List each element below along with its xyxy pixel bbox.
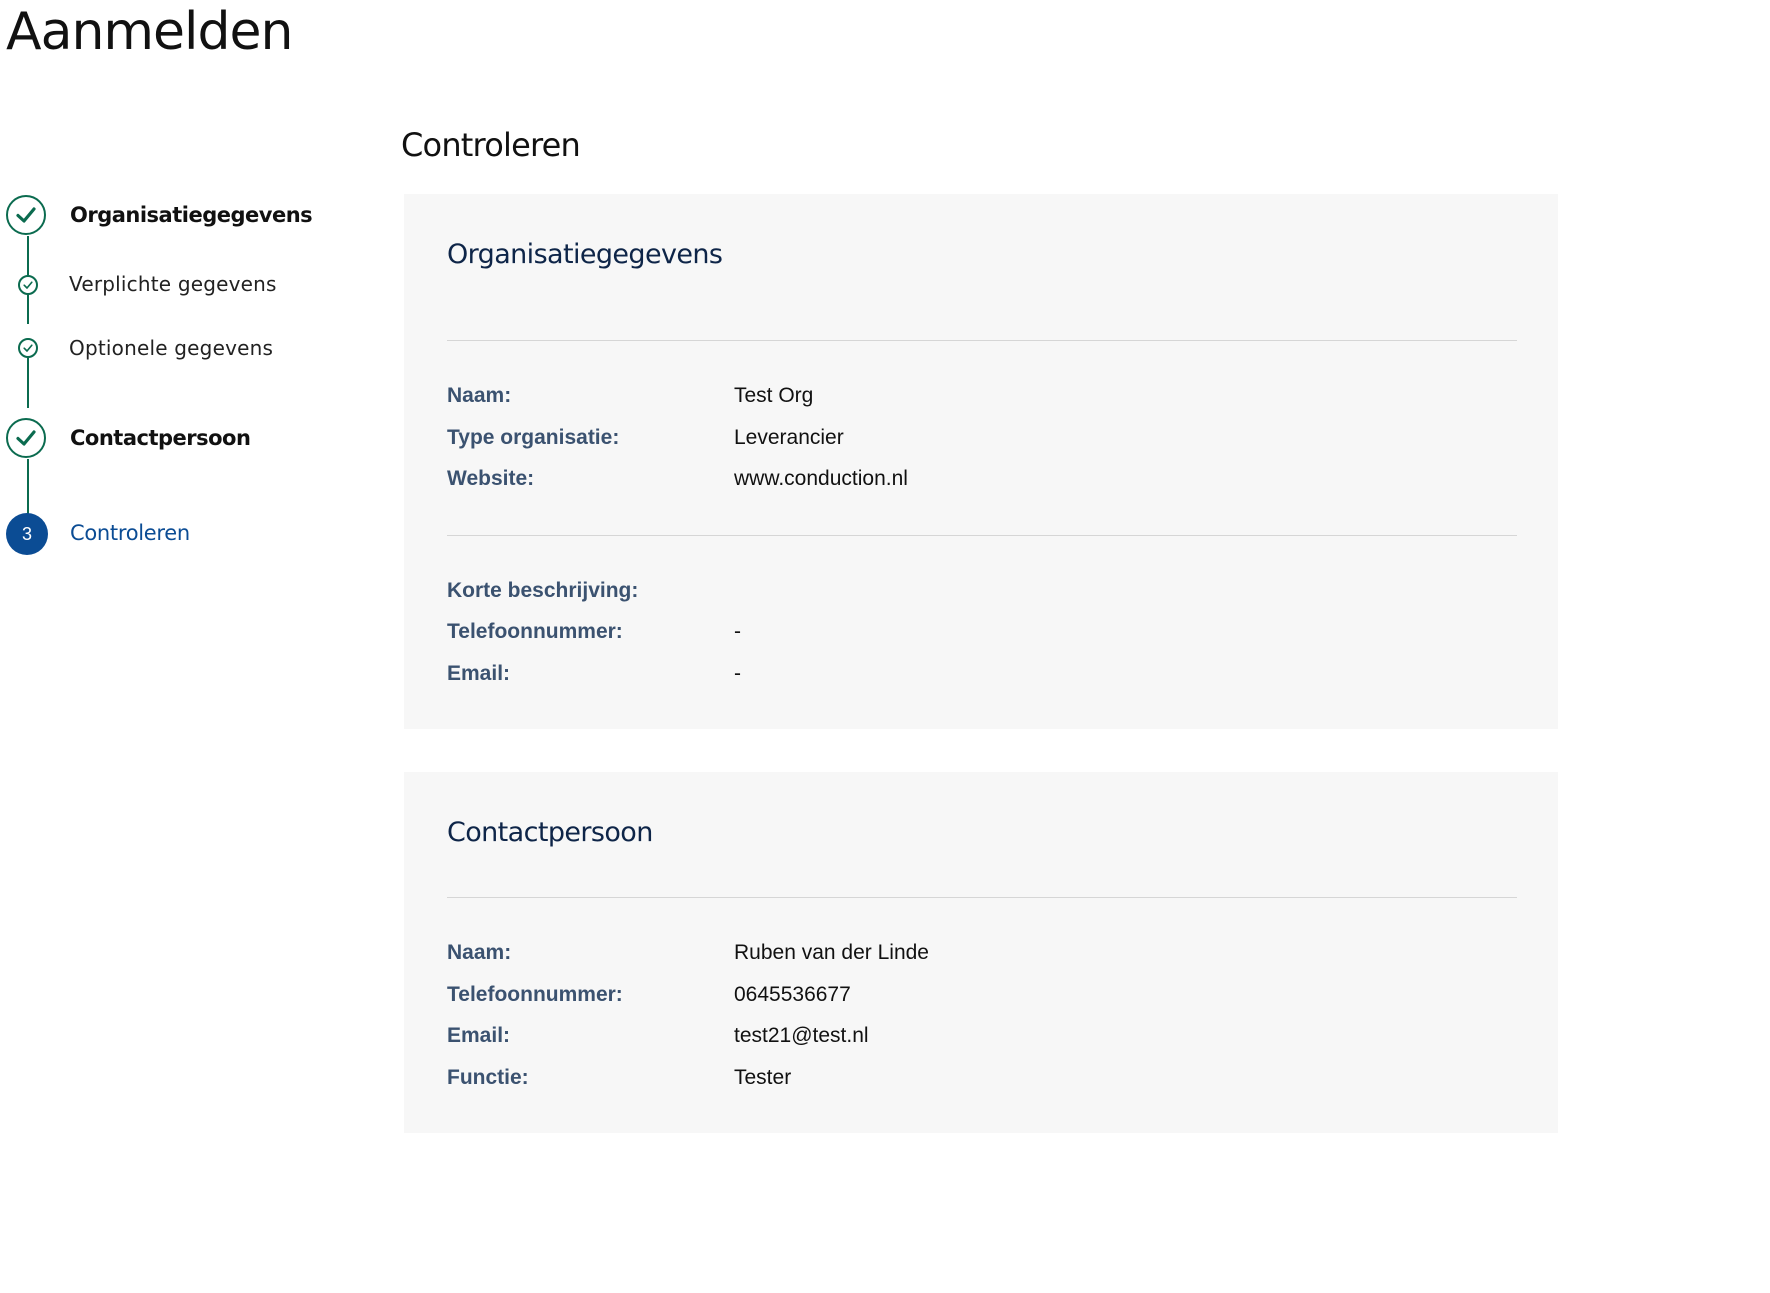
divider	[447, 897, 1517, 898]
detail-value: 0645536677	[734, 983, 851, 1006]
detail-value: test21@test.nl	[734, 1024, 869, 1047]
step-label: Controleren	[70, 521, 190, 545]
detail-row: Korte beschrijving:	[447, 579, 1517, 609]
check-circle-icon	[18, 275, 38, 295]
step-label: Optionele gegevens	[69, 336, 274, 360]
detail-label: Naam:	[447, 384, 512, 407]
detail-label: Telefoonnummer:	[447, 620, 623, 643]
step-label: Verplichte gegevens	[69, 272, 277, 296]
step-label: Organisatiegegevens	[70, 203, 313, 227]
detail-row: Functie: Tester	[447, 1066, 1517, 1096]
detail-value: -	[734, 620, 741, 643]
detail-row: Telefoonnummer: 0645536677	[447, 983, 1517, 1013]
detail-value: Tester	[734, 1066, 792, 1089]
check-circle-icon	[6, 195, 46, 235]
detail-value: Test Org	[734, 384, 814, 407]
step-number: 3	[6, 513, 48, 555]
card-title: Contactpersoon	[447, 817, 653, 848]
detail-row: Website: www.conduction.nl	[447, 467, 1517, 497]
detail-label: Functie:	[447, 1066, 529, 1089]
detail-label: Email:	[447, 1024, 511, 1047]
detail-label: Website:	[447, 467, 535, 490]
card-title: Organisatiegegevens	[447, 239, 723, 270]
step-navigation: Organisatiegegevens Verplichte gegevens …	[0, 0, 400, 700]
step-connector	[27, 236, 29, 276]
detail-row: Email: test21@test.nl	[447, 1024, 1517, 1054]
detail-label: Type organisatie:	[447, 426, 620, 449]
detail-row: Type organisatie: Leverancier	[447, 426, 1517, 456]
detail-value: Leverancier	[734, 426, 844, 449]
detail-value: -	[734, 662, 741, 685]
detail-row: Email: -	[447, 662, 1517, 692]
section-title: Controleren	[401, 126, 581, 164]
step-connector	[27, 459, 29, 515]
divider	[447, 340, 1517, 341]
detail-label: Email:	[447, 662, 511, 685]
detail-value: Ruben van der Linde	[734, 941, 929, 964]
detail-value: www.conduction.nl	[734, 467, 908, 490]
detail-label: Korte beschrijving:	[447, 579, 639, 602]
check-circle-icon	[6, 418, 46, 458]
step-label: Contactpersoon	[70, 426, 251, 450]
detail-row: Naam: Test Org	[447, 384, 1517, 414]
detail-label: Telefoonnummer:	[447, 983, 623, 1006]
divider	[447, 535, 1517, 536]
check-circle-icon	[18, 338, 38, 358]
detail-row: Naam: Ruben van der Linde	[447, 941, 1517, 971]
detail-row: Telefoonnummer: -	[447, 620, 1517, 650]
detail-label: Naam:	[447, 941, 512, 964]
step-connector	[27, 294, 29, 324]
step-connector	[27, 358, 29, 408]
organisation-card: Organisatiegegevens Naam: Test Org Type …	[404, 194, 1558, 729]
contact-card: Contactpersoon Naam: Ruben van der Linde…	[404, 772, 1558, 1133]
